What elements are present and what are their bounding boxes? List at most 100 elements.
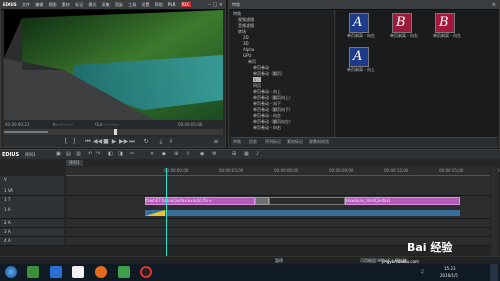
timeline-vscroll[interactable] xyxy=(491,167,498,259)
video-clip-2[interactable]: Hawaiian_Inlet(jiedax) xyxy=(345,197,460,205)
clock-time[interactable]: 15:23 xyxy=(444,266,456,271)
scrub-bar[interactable] xyxy=(4,129,223,135)
menu-tools[interactable]: 工具 xyxy=(128,2,136,7)
zoom-icon[interactable]: ⊞ xyxy=(232,152,237,157)
transition-thumbnail[interactable]: B xyxy=(392,13,412,33)
qq-icon[interactable] xyxy=(72,266,84,278)
tree-item[interactable]: 单页卷动 - 向左 xyxy=(253,113,281,118)
timeline-cursor[interactable] xyxy=(166,168,167,260)
playhead-handle[interactable] xyxy=(114,129,117,135)
track-header[interactable]: 2 A xyxy=(0,219,64,228)
track-header[interactable]: 4 A xyxy=(0,237,64,246)
cut-icon[interactable]: ✂ xyxy=(130,152,135,157)
tree-item[interactable]: 双页 xyxy=(253,77,261,82)
effects-close-icon[interactable]: × xyxy=(492,2,496,8)
track-header[interactable]: 1 VA xyxy=(0,187,64,196)
360-icon[interactable] xyxy=(27,266,39,278)
close-icon[interactable]: × xyxy=(219,2,223,8)
tree-item[interactable]: 视频滤镜 xyxy=(238,17,254,22)
edius-app-icon[interactable] xyxy=(118,266,130,278)
stop-icon[interactable]: ■ xyxy=(103,139,109,145)
overwrite-icon[interactable]: ⇩ xyxy=(168,139,174,145)
transition-thumbnail[interactable]: A xyxy=(349,13,369,33)
render-icon[interactable]: ◉ xyxy=(200,152,205,157)
tree-item[interactable]: 转场 xyxy=(238,29,246,34)
tree-item[interactable]: GPU xyxy=(243,53,251,58)
prev-edit-icon[interactable]: ⏮ xyxy=(85,139,91,145)
sequence-tab[interactable]: 序列1 xyxy=(66,160,83,166)
browser-icon[interactable] xyxy=(50,266,62,278)
layout-icon[interactable]: ▦ xyxy=(244,152,249,157)
fast-forward-icon[interactable]: ▶▶ xyxy=(119,139,128,145)
menu-file[interactable]: 文件 xyxy=(22,2,30,7)
menu-icon[interactable]: ≡ xyxy=(213,139,219,145)
tree-item[interactable]: 单页卷动（翻页向左） xyxy=(253,119,293,124)
time-ruler[interactable]: 00:00:00;00 00:00:03;00 00:00:06;00 00:00:0… xyxy=(66,167,500,176)
transition-clip[interactable] xyxy=(255,197,269,205)
play-icon[interactable]: ▶ xyxy=(111,139,117,145)
firefox-icon[interactable] xyxy=(95,266,107,278)
video-clip-1[interactable]: fawh07 boluo(jiedaxiuxiu(k).flv v xyxy=(145,197,255,205)
redo-icon[interactable]: ↷ xyxy=(96,152,101,157)
audio-icon[interactable]: ♪ xyxy=(256,152,261,157)
start-button-icon[interactable] xyxy=(5,266,17,278)
record-icon[interactable] xyxy=(140,266,152,278)
tree-item[interactable]: 单页卷动（翻页向下） xyxy=(253,107,293,112)
tree-item[interactable]: 2D xyxy=(243,35,249,40)
add-marker-icon[interactable]: ◆ xyxy=(162,152,167,157)
menu-help[interactable]: 帮助 xyxy=(155,2,163,7)
tree-item[interactable]: 单页卷动（翻页向上） xyxy=(253,95,293,100)
menu-marker[interactable]: 标记 xyxy=(75,2,83,7)
tree-item[interactable]: 单页 xyxy=(248,59,256,64)
undo-icon[interactable]: ↶ xyxy=(88,152,93,157)
tab-source-browser[interactable]: 源素材浏览 xyxy=(309,139,329,144)
tab-clip-marker[interactable]: 素材标记 xyxy=(287,139,303,144)
tab-info[interactable]: 信息 xyxy=(249,139,257,144)
tree-item[interactable]: 单页卷动 - 向下 xyxy=(253,101,281,106)
track-lane[interactable] xyxy=(66,187,490,196)
minimize-icon[interactable]: – xyxy=(208,2,211,8)
menu-clip[interactable]: 素材 xyxy=(62,2,70,7)
insert-icon[interactable]: ⤓ xyxy=(158,139,164,145)
show-desktop-button[interactable] xyxy=(490,264,498,281)
tab-effects[interactable]: 特效 xyxy=(233,139,241,144)
save-icon[interactable]: ▥ xyxy=(76,152,81,157)
menu-mode[interactable]: 模式 xyxy=(88,2,96,7)
tree-item[interactable]: 四页 xyxy=(253,83,261,88)
menu-edit[interactable]: 编辑 xyxy=(35,2,43,7)
menu-capture[interactable]: 采集 xyxy=(102,2,110,7)
clock-date[interactable]: 2016/1/5 xyxy=(440,273,458,278)
volume-icon[interactable]: ♫ xyxy=(420,269,424,275)
set-in-icon[interactable]: [ xyxy=(63,139,69,145)
new-sequence-icon[interactable]: ▣ xyxy=(56,152,61,157)
set-out-icon[interactable]: ] xyxy=(71,139,77,145)
tree-item[interactable]: 单页卷动（翻页） xyxy=(253,71,285,76)
loop-icon[interactable]: ↻ xyxy=(143,139,149,145)
menu-render[interactable]: 渲染 xyxy=(115,2,123,7)
mode-label[interactable]: PLR xyxy=(168,2,175,7)
tree-item[interactable]: 音频滤镜 xyxy=(238,23,254,28)
rewind-icon[interactable]: ◀◀ xyxy=(93,139,102,145)
tab-sequence-marker[interactable]: 序列标记 xyxy=(265,139,281,144)
tree-item[interactable]: 特效 xyxy=(233,11,241,16)
snap-icon[interactable]: ⊕ xyxy=(174,152,179,157)
tree-item[interactable]: Alpha xyxy=(243,47,254,52)
transition-thumbnail[interactable]: B xyxy=(435,13,455,33)
mode-insert-icon[interactable]: ◧ xyxy=(108,152,113,157)
track-header[interactable]: 1 A xyxy=(0,206,64,219)
next-edit-icon[interactable]: ⏭ xyxy=(129,139,135,145)
track-header[interactable]: 3 A xyxy=(0,228,64,237)
tree-item[interactable]: 单页卷动 - 向上 xyxy=(253,89,281,94)
tree-item[interactable]: 单页卷动 - 向右 xyxy=(253,125,281,130)
tree-item[interactable]: 单页卷动 xyxy=(253,65,269,70)
transition-span[interactable] xyxy=(269,197,345,205)
menu-view[interactable]: 视图 xyxy=(49,2,57,7)
open-icon[interactable]: ▤ xyxy=(66,152,71,157)
settings-icon[interactable]: ⚙ xyxy=(212,152,217,157)
ripple-icon[interactable]: ◨ xyxy=(118,152,123,157)
maximize-icon[interactable]: □ xyxy=(212,2,217,8)
tree-item[interactable]: 3D xyxy=(243,41,249,46)
delete-icon[interactable]: ✕ xyxy=(150,152,155,157)
menu-settings[interactable]: 设置 xyxy=(141,2,149,7)
export-icon[interactable]: ⇪ xyxy=(186,152,191,157)
